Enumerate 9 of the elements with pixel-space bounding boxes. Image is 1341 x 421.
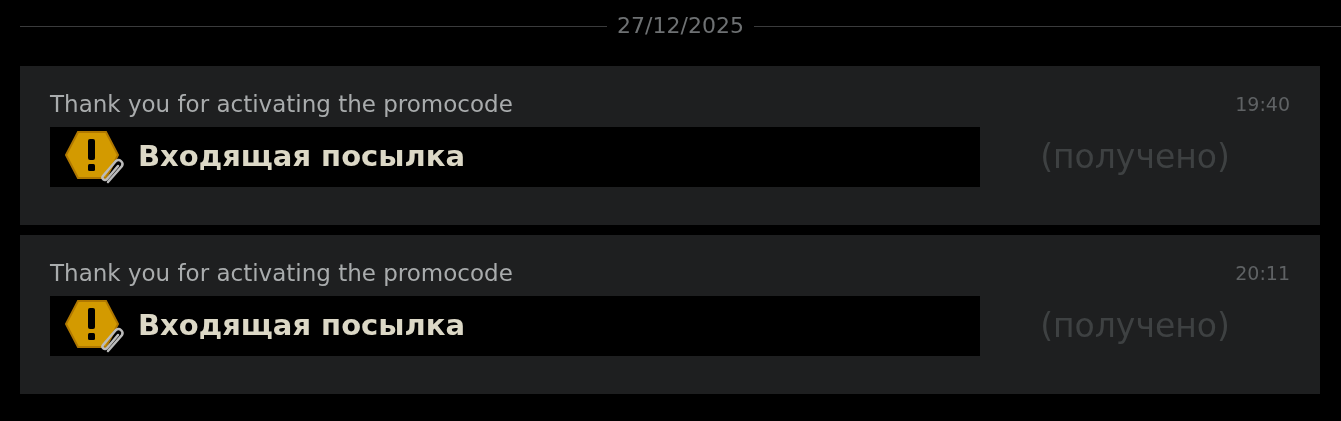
message-time: 19:40 xyxy=(1235,92,1290,118)
attachment-bar[interactable]: Входящая посылка xyxy=(50,126,980,187)
message-text: Thank you for activating the promocode xyxy=(50,259,513,288)
attachment-bar[interactable]: Входящая посылка xyxy=(50,295,980,356)
message-text: Thank you for activating the promocode xyxy=(50,90,513,119)
message-time: 20:11 xyxy=(1235,261,1290,287)
attachment-title: Входящая посылка xyxy=(138,306,465,344)
attachment-title: Входящая посылка xyxy=(138,137,465,175)
date-divider: 27/12/2025 xyxy=(616,14,745,39)
